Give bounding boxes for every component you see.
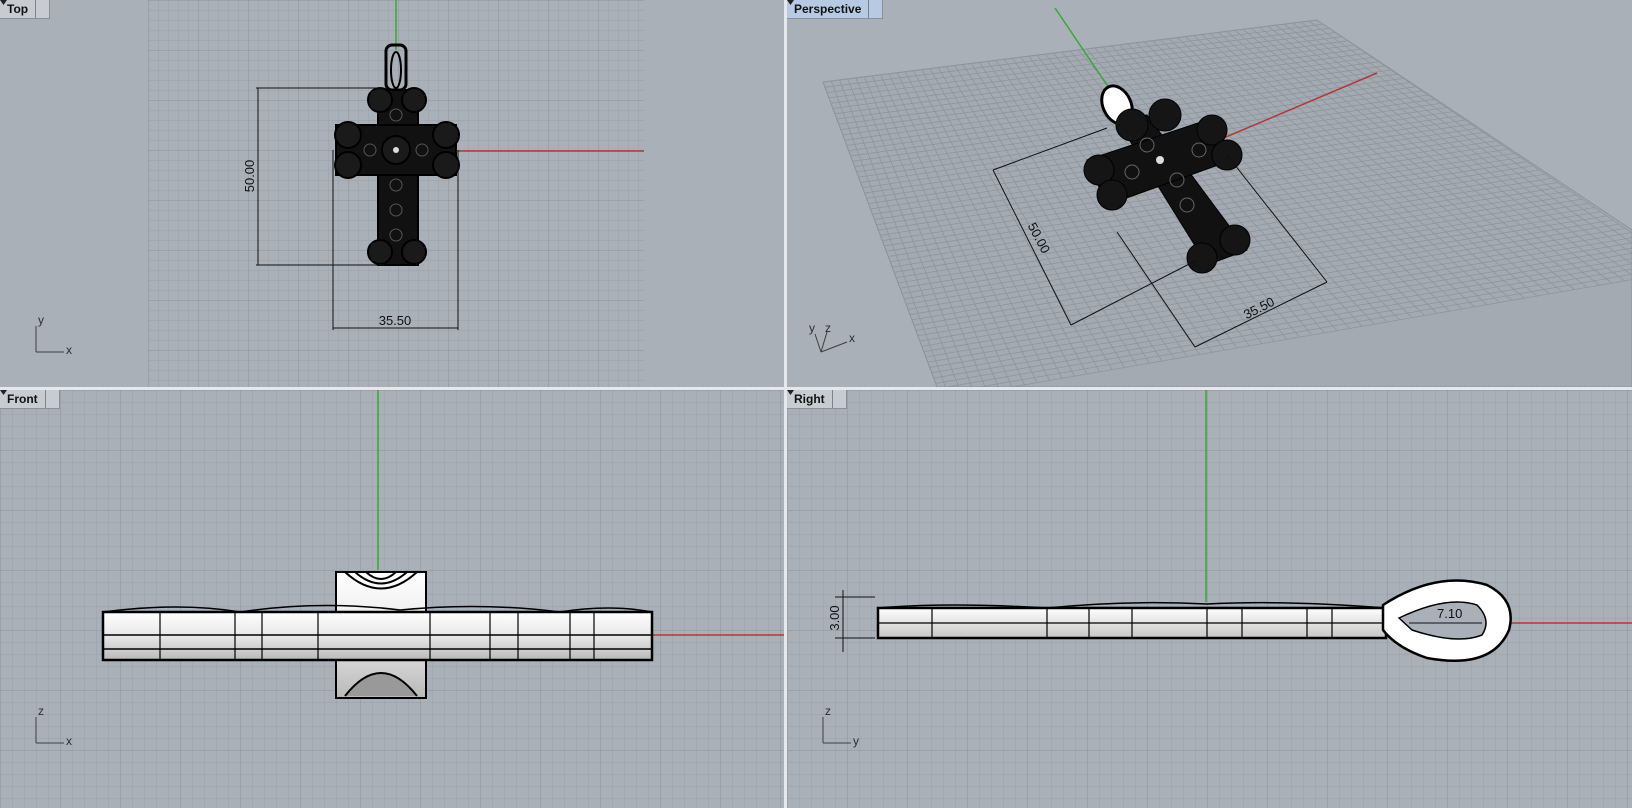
viewport-tab-top[interactable]: Top — [0, 0, 51, 19]
axis-label-y: y — [38, 313, 44, 327]
dropdown-icon[interactable] — [787, 0, 882, 18]
viewport-title[interactable]: Perspective — [787, 0, 868, 18]
dimension-thickness-label: 3.00 — [827, 605, 842, 630]
viewport-tab-perspective[interactable]: Perspective — [787, 0, 884, 19]
viewport-tab-right[interactable]: Right — [787, 390, 847, 409]
top-view-canvas[interactable]: 50.00 35.50 y x — [0, 0, 784, 387]
viewport-top[interactable]: 50.00 35.50 y x Top — [0, 0, 784, 387]
dropdown-icon[interactable] — [787, 390, 846, 408]
viewport-tab-front[interactable]: Front — [0, 390, 60, 409]
perspective-view-canvas[interactable]: 50.00 35.50 y z x — [787, 0, 1632, 387]
axis-label-z: z — [38, 704, 44, 718]
axis-label-z: z — [825, 321, 831, 335]
viewport-front[interactable]: z x Front — [0, 390, 784, 808]
right-view-canvas[interactable]: 3.00 7.10 z y — [787, 390, 1632, 808]
dimension-bail-label: 7.10 — [1437, 606, 1462, 621]
axis-widget — [814, 331, 848, 353]
axis-label-z: z — [825, 704, 831, 718]
axis-label-x: x — [66, 343, 72, 357]
axis-widget — [35, 326, 64, 353]
dimension-width-label: 35.50 — [379, 313, 412, 328]
axis-label-y: y — [853, 734, 859, 748]
dropdown-icon[interactable] — [0, 390, 59, 408]
front-view-canvas[interactable]: z x — [0, 390, 784, 808]
dimension-height-label: 50.00 — [242, 160, 257, 193]
rhino-viewport-layout: 50.00 35.50 y x Top 50.00 35.50 y z x Pe… — [0, 0, 1632, 808]
viewport-right[interactable]: 3.00 7.10 z y Right — [787, 390, 1632, 808]
axis-label-y: y — [809, 321, 815, 335]
viewport-perspective[interactable]: 50.00 35.50 y z x Perspective — [787, 0, 1632, 387]
dropdown-icon[interactable] — [0, 0, 49, 18]
axis-label-x: x — [849, 331, 855, 345]
axis-label-x: x — [66, 734, 72, 748]
